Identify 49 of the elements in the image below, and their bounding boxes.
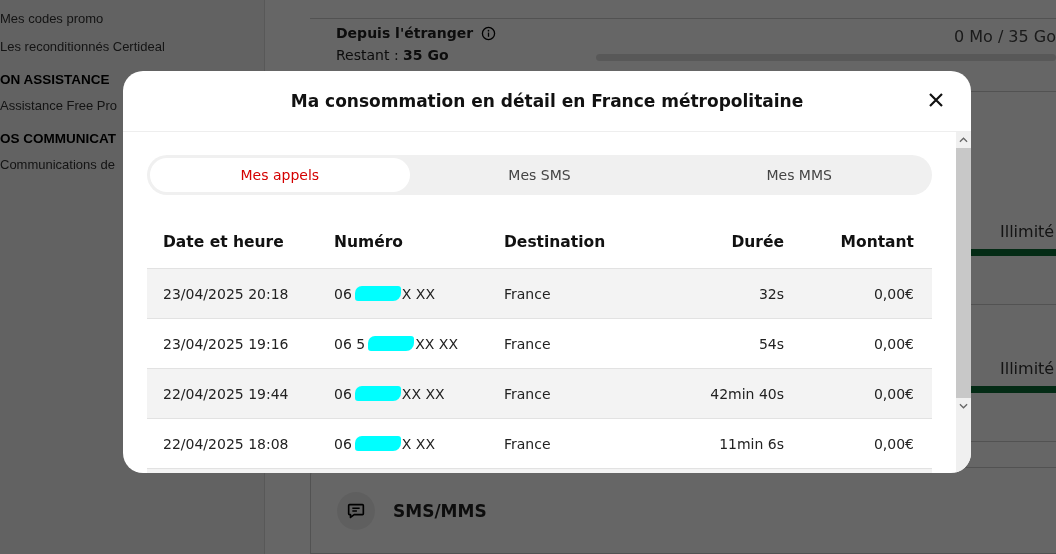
- column-header: Numéro: [334, 232, 404, 251]
- table-cell: XX XX: [401, 385, 445, 402]
- table-cell: 06: [334, 385, 352, 402]
- table-cell-text: 11min 6s: [718, 435, 784, 452]
- allowance-text: Illimité: [1000, 221, 1056, 241]
- scroll-down-icon[interactable]: [959, 403, 968, 409]
- table-cell: 06 5: [334, 335, 366, 352]
- table-cell-text: 32s: [757, 285, 784, 302]
- table-cell-text: 23/04/2025 20:18: [162, 285, 290, 302]
- sms-title: SMS/MMS: [393, 500, 487, 521]
- table-cell: X XX: [401, 435, 436, 452]
- table-cell-text: 0,00€: [872, 335, 914, 352]
- table-cell-text: France: [504, 435, 552, 452]
- message-icon: [337, 491, 375, 530]
- remaining-text: Restant : 35 Go: [336, 47, 450, 63]
- table-cell: 06: [334, 285, 352, 302]
- table-cell-text: France: [504, 285, 552, 302]
- column-header: Montant: [839, 232, 914, 251]
- tab[interactable]: Mes appels: [150, 158, 410, 192]
- table-cell: XX XX: [415, 335, 458, 352]
- table-cell-text: France: [504, 385, 552, 402]
- sidebar-heading: OS COMMUNICAT: [0, 130, 117, 148]
- column-header: Destination: [504, 232, 607, 251]
- table-cell-text: 23/04/2025 19:16: [162, 335, 290, 352]
- table-cell-text: France: [504, 335, 552, 352]
- table-cell: 06: [334, 435, 352, 452]
- tab[interactable]: Mes SMS: [409, 158, 670, 192]
- tab[interactable]: Mes MMS: [669, 158, 929, 192]
- usage-text: 0 Mo / 35 Go: [953, 27, 1056, 46]
- column-header: Date et heure: [162, 232, 285, 251]
- roaming-title: Depuis l'étranger: [336, 25, 474, 41]
- table-cell-text: 22/04/2025 19:44: [162, 385, 290, 402]
- sidebar-link[interactable]: Mes codes promo: [0, 8, 264, 36]
- scroll-up-icon[interactable]: [959, 137, 968, 143]
- table-cell-text: 0,00€: [872, 435, 914, 452]
- table-cell-text: 42min 40s: [709, 385, 784, 402]
- table-cell-text: 0,00€: [872, 285, 914, 302]
- table-cell-text: 0,00€: [872, 385, 914, 402]
- sidebar-link[interactable]: Les reconditionnés Certideal: [0, 36, 264, 64]
- modal-title: Ma consommation en détail en France métropolitaine: [290, 91, 804, 111]
- sidebar-heading: ON ASSISTANCE: [0, 71, 111, 89]
- scrollbar[interactable]: [956, 132, 971, 473]
- table-cell-text: 54s: [757, 335, 784, 352]
- table-cell: X XX: [401, 285, 436, 302]
- info-icon[interactable]: [481, 25, 497, 41]
- column-header: Durée: [730, 232, 784, 251]
- table-cell-text: 22/04/2025 18:08: [162, 435, 290, 452]
- close-icon[interactable]: [929, 93, 943, 107]
- allowance-text: Illimité: [1000, 358, 1056, 378]
